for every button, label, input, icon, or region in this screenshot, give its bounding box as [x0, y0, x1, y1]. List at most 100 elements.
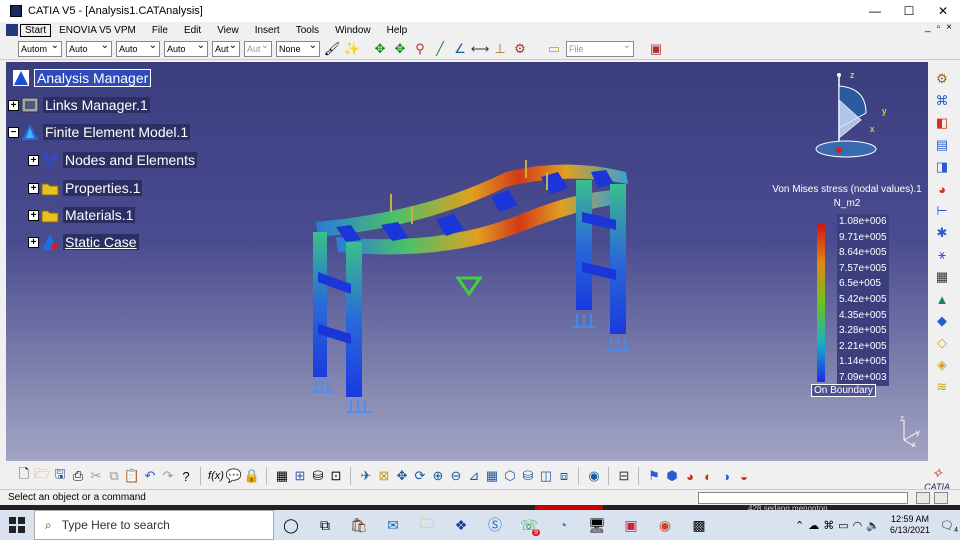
menu-enovia[interactable]: ENOVIA V5 VPM	[51, 25, 144, 36]
notifications-icon[interactable]: 🗨 4	[940, 519, 958, 534]
edge-icon[interactable]: ◔	[546, 510, 580, 540]
measure-item-icon[interactable]: ⊥	[492, 41, 508, 57]
angle-icon[interactable]: ∠	[452, 41, 468, 57]
whatsapp-icon[interactable]: ☏ 9	[512, 510, 546, 540]
image-icon[interactable]: ◧	[933, 114, 951, 132]
dropdown-point-type[interactable]: Aut	[212, 40, 240, 57]
von-mises-icon[interactable]: ◕	[933, 180, 951, 198]
group-icon[interactable]: ⬢	[664, 468, 680, 484]
app-s-icon[interactable]: Ⓢ	[478, 510, 512, 540]
wifi-icon[interactable]: ◠	[853, 519, 863, 532]
undo-icon[interactable]: ↶	[142, 468, 158, 484]
menu-view[interactable]: View	[209, 25, 247, 36]
folder-icon[interactable]: ▭	[546, 41, 562, 57]
menu-file[interactable]: File	[144, 25, 176, 36]
close-button[interactable]: ✕	[926, 0, 960, 22]
status-button-2[interactable]	[934, 492, 948, 504]
mesh-icon[interactable]: ⌘	[933, 92, 951, 110]
status-button-1[interactable]	[916, 492, 930, 504]
tree-icon[interactable]: ⊞	[292, 468, 308, 484]
tray-app-icon[interactable]: ⌘	[823, 519, 834, 532]
menu-start[interactable]: Start	[20, 23, 52, 37]
dropbox-icon[interactable]: ❖	[444, 510, 478, 540]
fem-frame-render[interactable]	[6, 62, 928, 461]
render-style-icon[interactable]: ⛁	[520, 468, 536, 484]
minimize-button[interactable]: —	[858, 0, 892, 22]
catalog-icon[interactable]: ▣	[648, 41, 664, 57]
compute-icon[interactable]: ⚙	[933, 70, 951, 88]
painter-icon[interactable]: 🖌	[324, 41, 341, 57]
open-icon[interactable]: 🗁	[34, 466, 50, 484]
measure-icon[interactable]: ⟷	[471, 41, 490, 57]
report-icon[interactable]: ▤	[933, 136, 951, 154]
dropdown-line-type[interactable]: Auto	[164, 40, 208, 57]
clamp-icon[interactable]: ⊢	[933, 202, 951, 220]
fly-icon[interactable]: ✈	[358, 468, 374, 484]
material-icon[interactable]: ◆	[933, 312, 951, 330]
whats-this-icon[interactable]: ?	[178, 468, 194, 484]
publish-icon[interactable]: ⊡	[328, 468, 344, 484]
store-icon[interactable]: 🛍	[342, 510, 376, 540]
mdi-minimize-button[interactable]: _	[925, 22, 931, 33]
dropdown-transparency[interactable]: Auto	[66, 40, 112, 57]
cut-plane-icon[interactable]: ◐	[700, 468, 716, 484]
windows-start-button[interactable]	[0, 510, 34, 540]
menu-edit[interactable]: Edit	[176, 25, 209, 36]
formula-icon[interactable]: f(x)	[208, 468, 224, 484]
zoom-in-icon[interactable]: ⊕	[430, 468, 446, 484]
hide-show-icon[interactable]: ◫	[538, 468, 554, 484]
table-icon[interactable]: ▦	[933, 268, 951, 286]
knowledge-icon[interactable]: 💬	[226, 468, 242, 484]
file-dropdown[interactable]: File	[566, 40, 634, 57]
sensor-icon[interactable]: ⚑	[646, 468, 662, 484]
volume-icon[interactable]: 🔈	[866, 519, 880, 532]
load-icon[interactable]: ⚹	[933, 246, 951, 264]
clock[interactable]: 12:59 AM 6/13/2021	[884, 514, 936, 536]
maximize-button[interactable]: ☐	[892, 0, 926, 22]
menu-tools[interactable]: Tools	[288, 25, 327, 36]
pan-icon[interactable]: ✥	[394, 468, 410, 484]
menu-window[interactable]: Window	[327, 25, 379, 36]
file-explorer-icon[interactable]: 🗀	[410, 510, 444, 540]
stack-icon[interactable]: ≋	[933, 378, 951, 396]
animate-icon[interactable]: ◑	[718, 468, 734, 484]
menu-insert[interactable]: Insert	[247, 25, 288, 36]
taskbar-search[interactable]: ⌕ Type Here to search	[34, 510, 274, 540]
measure-inertia-icon[interactable]: ⚙	[512, 41, 528, 57]
swap-icon[interactable]: ⧈	[556, 468, 572, 484]
catia-menu-icon[interactable]	[6, 24, 18, 36]
cut-icon[interactable]: ✂	[88, 468, 104, 484]
display-icon[interactable]: ▭	[838, 519, 848, 532]
grid-icon[interactable]: ▦	[274, 468, 290, 484]
light-icon[interactable]: 🔒	[244, 468, 260, 484]
save-icon[interactable]: 🖫	[52, 466, 68, 484]
property-icon[interactable]: ▲	[933, 290, 951, 308]
zoom-out-icon[interactable]: ⊖	[448, 468, 464, 484]
catia-taskbar-icon[interactable]: ▩	[682, 510, 716, 540]
analysis-icon[interactable]: ◉	[586, 468, 602, 484]
menu-help[interactable]: Help	[379, 25, 416, 36]
print-icon[interactable]: ⎙	[70, 468, 86, 484]
mdi-close-button[interactable]: ×	[946, 22, 952, 33]
command-input[interactable]	[698, 492, 908, 504]
cortana-icon[interactable]: ◯	[274, 510, 308, 540]
line-icon[interactable]: ╱	[432, 41, 448, 57]
paste-icon[interactable]: 📋	[124, 468, 140, 484]
dropdown-line-thickness[interactable]: Auto	[116, 40, 160, 57]
copy-icon[interactable]: ⧉	[106, 468, 122, 484]
extrema-icon[interactable]: ◒	[736, 468, 752, 484]
task-view-icon[interactable]: ⧉	[308, 510, 342, 540]
mail-icon[interactable]: ✉	[376, 510, 410, 540]
3d-viewport[interactable]: Analysis Manager + Links Manager.1 − Fin…	[6, 62, 928, 461]
fit-all-icon[interactable]: ⊠	[376, 468, 392, 484]
normal-view-icon[interactable]: ⊿	[466, 468, 482, 484]
snap-icon[interactable]: ✥	[392, 41, 408, 57]
wand-icon[interactable]: ✨	[344, 41, 360, 57]
rotate-icon[interactable]: ⟳	[412, 468, 428, 484]
chrome-icon[interactable]: ◉	[648, 510, 682, 540]
deformation-icon[interactable]: ◨	[933, 158, 951, 176]
new-icon[interactable]: 🗋	[16, 466, 32, 484]
monitor-app-icon[interactable]: 🖥	[580, 510, 614, 540]
layers-icon[interactable]: ◈	[933, 356, 951, 374]
tools-icon[interactable]: ⊟	[616, 468, 632, 484]
